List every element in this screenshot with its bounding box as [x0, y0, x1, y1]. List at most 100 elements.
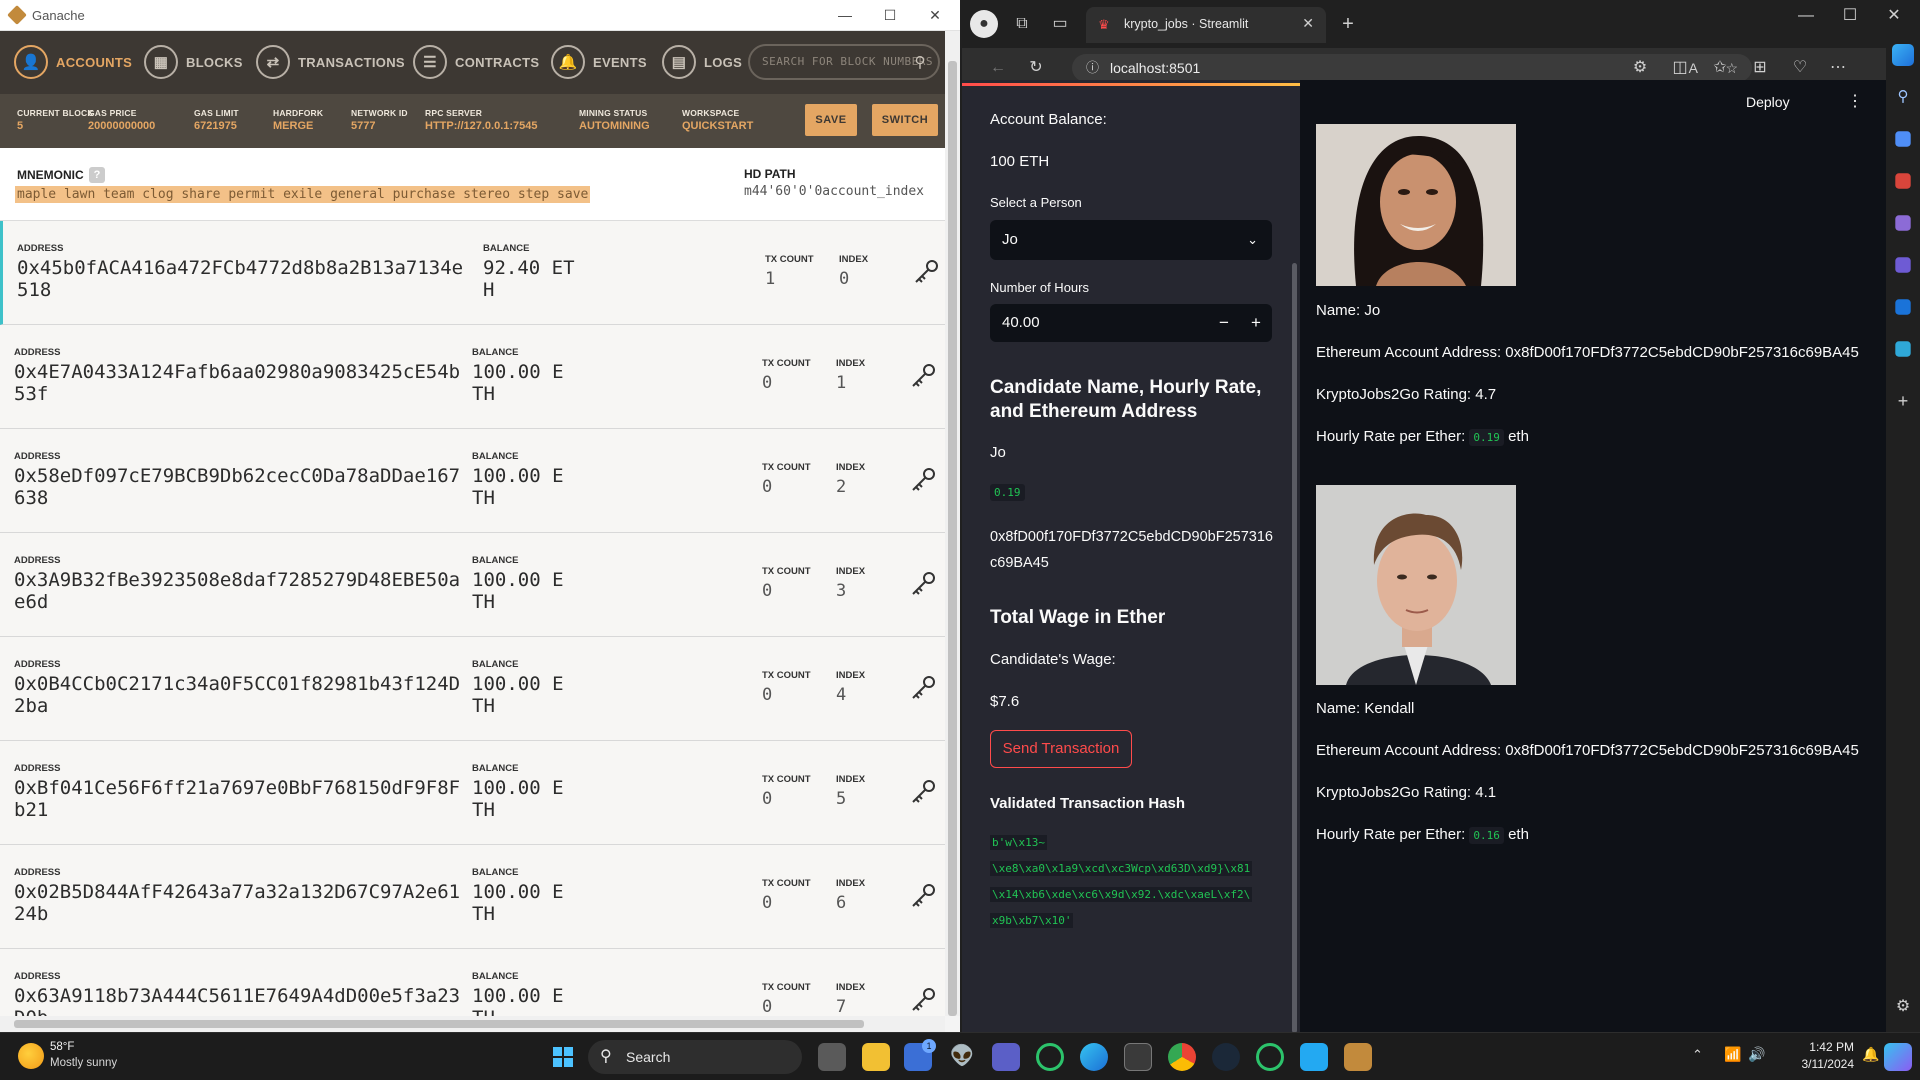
sidebar-scrollbar[interactable] — [1292, 263, 1297, 1032]
app-ring-icon[interactable] — [1256, 1043, 1284, 1071]
save-button[interactable]: SAVE — [805, 104, 857, 136]
account-balance: 100.00 ETH — [472, 465, 564, 509]
copilot-icon[interactable] — [1892, 44, 1914, 66]
candidate-address: 0x8fD00f170FDf3772C5ebdCD90bF257316c69BA… — [990, 529, 1273, 571]
app-ring-icon[interactable] — [1036, 1043, 1064, 1071]
search-input[interactable]: SEARCH FOR BLOCK NUMBERS OR TX HASHES ⚲ — [748, 44, 940, 80]
tools-icon[interactable] — [1895, 173, 1911, 189]
extensions-icon[interactable]: ⚙ — [1626, 54, 1654, 82]
key-icon[interactable] — [908, 985, 938, 1015]
volume-icon[interactable]: 🔊 — [1748, 1046, 1765, 1063]
games-icon[interactable] — [1895, 215, 1911, 231]
increment-button[interactable]: + — [1240, 304, 1272, 342]
minimize-button[interactable]: — — [825, 4, 865, 26]
nav-accounts[interactable]: 👤 ACCOUNTS — [14, 43, 132, 81]
nav-contracts[interactable]: ☰ CONTRACTS — [413, 43, 539, 81]
close-tab-icon[interactable]: ✕ — [1302, 15, 1314, 32]
alien-app-icon[interactable]: 👽 — [948, 1043, 976, 1071]
more-menu-icon[interactable]: ⋯ — [1824, 54, 1852, 82]
teams-icon[interactable] — [992, 1043, 1020, 1071]
drop-icon[interactable] — [1895, 341, 1911, 357]
tab-actions-icon[interactable]: ▭ — [1046, 10, 1074, 38]
account-tx-count: 0 — [762, 997, 773, 1016]
account-row[interactable]: ADDRESS 0x58eDf097cE79BCB9Db62cecC0Da78aD… — [0, 429, 945, 533]
decrement-button[interactable]: − — [1208, 304, 1240, 342]
account-row[interactable]: ADDRESS 0xBf041Ce56F6ff21a7697e0BbF768150… — [0, 741, 945, 845]
back-icon[interactable]: ← — [984, 54, 1012, 82]
outlook-icon[interactable] — [1895, 299, 1911, 315]
key-icon[interactable] — [908, 673, 938, 703]
workspaces-icon[interactable]: ⧉ — [1008, 10, 1036, 38]
key-icon[interactable] — [908, 361, 938, 391]
terminal-icon[interactable] — [1124, 1043, 1152, 1071]
chevron-up-icon[interactable]: ⌃ — [1692, 1047, 1703, 1063]
scrollbar-thumb[interactable] — [14, 1020, 864, 1028]
search-icon[interactable]: ⚲ — [1892, 86, 1914, 108]
account-row[interactable]: ADDRESS 0x0B4CCb0C2171c34a0F5CC01f82981b4… — [0, 637, 945, 741]
account-row[interactable]: ADDRESS 0x02B5D844AfF42643a77a32a132D67C9… — [0, 845, 945, 949]
vertical-scrollbar[interactable] — [945, 31, 960, 1016]
maximize-button[interactable]: ☐ — [1836, 2, 1864, 30]
taskbar-search[interactable]: ⚲ Search — [588, 1040, 802, 1074]
edge-icon[interactable] — [1080, 1043, 1108, 1071]
address-label: ADDRESS — [14, 763, 61, 774]
nav-transactions[interactable]: ⇄ TRANSACTIONS — [256, 43, 405, 81]
taskbar: 58°F Mostly sunny ⚲ Search 1 👽 ⌃ 📶 🔊 1:4… — [0, 1032, 1920, 1080]
key-icon[interactable] — [911, 257, 941, 287]
key-icon[interactable] — [908, 777, 938, 807]
notifications-bell-icon[interactable]: 🔔 — [1862, 1046, 1879, 1063]
weather-temp[interactable]: 58°F — [50, 1041, 74, 1053]
close-button[interactable]: ✕ — [1880, 2, 1908, 30]
help-icon[interactable]: ? — [89, 167, 105, 183]
tab-krypto-jobs[interactable]: ♛ krypto_jobs · Streamlit ✕ — [1086, 7, 1326, 43]
streamlit-sidebar: Account Balance: 100 ETH Select a Person… — [962, 80, 1300, 1032]
select-person-dropdown[interactable]: Jo ⌄ — [990, 220, 1272, 260]
clock-time[interactable]: 1:42 PM — [1790, 1040, 1854, 1054]
nav-logs[interactable]: ▤ LOGS — [662, 43, 742, 81]
wifi-icon[interactable]: 📶 — [1724, 1046, 1741, 1063]
main-menu-icon[interactable]: ⋮ — [1847, 91, 1863, 111]
account-row[interactable]: ADDRESS 0x45b0fACA416a472FCb4772d8b8a2B13… — [0, 221, 945, 325]
profile-avatar-icon[interactable]: ● — [970, 10, 998, 38]
nav-blocks[interactable]: ▦ BLOCKS — [144, 43, 243, 81]
split-screen-icon[interactable]: ◫ — [1666, 54, 1694, 82]
favorites-icon[interactable]: ✩ — [1706, 54, 1734, 82]
account-row[interactable]: ADDRESS 0x63A9118b73A444C5611E7649A4dD00e… — [0, 949, 945, 1016]
collections-icon[interactable]: ⊞ — [1746, 54, 1774, 82]
deploy-button[interactable]: Deploy — [1746, 94, 1790, 110]
new-tab-button[interactable]: + — [1334, 10, 1362, 38]
steam-icon[interactable] — [1212, 1043, 1240, 1071]
send-transaction-button[interactable]: Send Transaction — [990, 730, 1132, 768]
maximize-button[interactable]: ☐ — [870, 4, 910, 26]
windows-start-icon[interactable] — [549, 1043, 577, 1071]
clock-date[interactable]: 3/11/2024 — [1782, 1057, 1855, 1071]
task-view-icon[interactable] — [818, 1043, 846, 1071]
minimize-button[interactable]: — — [1792, 2, 1820, 30]
account-row[interactable]: ADDRESS 0x4E7A0433A124Fafb6aa02980a908342… — [0, 325, 945, 429]
nav-events[interactable]: 🔔 EVENTS — [551, 43, 647, 81]
microsoft365-icon[interactable] — [1895, 257, 1911, 273]
account-row[interactable]: ADDRESS 0x3A9B32fBe3923508e8daf7285279D48… — [0, 533, 945, 637]
settings-icon[interactable]: ⚙ — [1892, 996, 1914, 1018]
index-label: INDEX — [836, 670, 866, 681]
shopping-icon[interactable] — [1895, 131, 1911, 147]
switch-button[interactable]: SWITCH — [872, 104, 938, 136]
refresh-icon[interactable]: ↻ — [1022, 54, 1050, 82]
close-button[interactable]: ✕ — [915, 4, 955, 26]
copilot-icon[interactable] — [1884, 1043, 1912, 1071]
scrollbar-thumb[interactable] — [948, 61, 957, 1016]
ganache-icon[interactable] — [1344, 1043, 1372, 1071]
key-icon[interactable] — [908, 881, 938, 911]
vscode-icon[interactable] — [1300, 1043, 1328, 1071]
weather-sun-icon[interactable] — [18, 1043, 44, 1069]
chrome-icon[interactable] — [1168, 1043, 1196, 1071]
file-explorer-icon[interactable] — [862, 1043, 890, 1071]
select-person-label: Select a Person — [990, 195, 1082, 210]
horizontal-scrollbar[interactable] — [0, 1016, 945, 1032]
key-icon[interactable] — [908, 569, 938, 599]
hours-number-input[interactable]: 40.00 − + — [990, 304, 1272, 342]
performance-icon[interactable]: ♡ — [1786, 54, 1814, 82]
add-icon[interactable]: + — [1892, 390, 1914, 412]
key-icon[interactable] — [908, 465, 938, 495]
weather-desc[interactable]: Mostly sunny — [50, 1057, 117, 1069]
